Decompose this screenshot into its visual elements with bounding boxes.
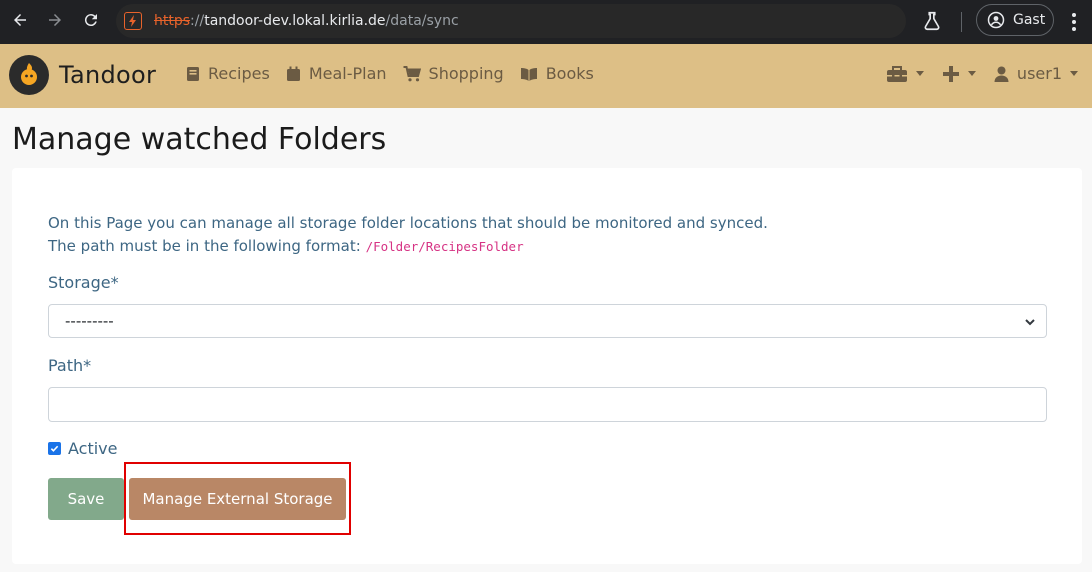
intro-line-2: The path must be in the following format… xyxy=(48,237,524,255)
app-navbar: Tandoor Recipes Meal-Plan Shopping Books xyxy=(0,44,1092,108)
open-book-icon xyxy=(520,67,537,81)
storage-select-value: --------- xyxy=(65,312,114,330)
brand-name: Tandoor xyxy=(59,61,157,89)
tools-dropdown[interactable] xyxy=(886,65,924,83)
nav-books-label: Books xyxy=(545,64,594,83)
user-label: user1 xyxy=(1016,64,1062,83)
nav-shopping-label: Shopping xyxy=(428,64,504,83)
nav-books[interactable]: Books xyxy=(520,64,594,83)
save-button[interactable]: Save xyxy=(48,478,124,520)
tools-caret-icon xyxy=(915,71,924,76)
highlight-box xyxy=(124,462,351,535)
path-input[interactable] xyxy=(48,387,1047,422)
chevron-down-icon xyxy=(1025,319,1035,326)
plus-icon xyxy=(942,65,959,82)
toolbar-divider xyxy=(961,12,962,32)
back-icon[interactable] xyxy=(8,8,32,32)
storage-label: Storage* xyxy=(48,273,119,292)
nav-right: user1 xyxy=(886,64,1078,83)
add-caret-icon xyxy=(967,71,976,76)
flask-icon[interactable] xyxy=(921,10,945,34)
check-icon xyxy=(50,445,59,452)
profile-label: Gast xyxy=(1013,12,1046,28)
cart-icon xyxy=(403,65,421,81)
url-text: https://tandoor-dev.lokal.kirlia.de/data… xyxy=(154,13,459,29)
account-icon xyxy=(987,11,1005,29)
page-title: Manage watched Folders xyxy=(12,122,387,157)
user-caret-icon xyxy=(1070,71,1078,76)
intro-text: On this Page you can manage all storage … xyxy=(48,212,768,258)
tandoor-logo-icon xyxy=(9,55,49,95)
active-checkbox-row[interactable]: Active xyxy=(48,439,118,458)
path-example: /Folder/RecipesFolder xyxy=(365,239,524,254)
path-label: Path* xyxy=(48,356,92,375)
forward-icon[interactable] xyxy=(43,8,67,32)
site-info-icon[interactable] xyxy=(124,12,142,30)
nav-meal-plan-label: Meal-Plan xyxy=(308,64,387,83)
nav-meal-plan[interactable]: Meal-Plan xyxy=(286,64,387,83)
add-dropdown[interactable] xyxy=(942,65,976,83)
toolbox-icon xyxy=(886,65,907,82)
reload-icon[interactable] xyxy=(79,8,103,32)
brand[interactable]: Tandoor xyxy=(9,55,156,95)
profile-button[interactable]: Gast xyxy=(976,4,1054,36)
active-checkbox[interactable] xyxy=(48,442,61,455)
storage-select[interactable]: --------- xyxy=(48,304,1047,338)
browser-toolbar: https://tandoor-dev.lokal.kirlia.de/data… xyxy=(0,0,1092,44)
user-dropdown[interactable]: user1 xyxy=(994,64,1078,83)
book-icon xyxy=(187,66,199,81)
nav-shopping[interactable]: Shopping xyxy=(403,64,504,83)
user-icon xyxy=(994,66,1009,82)
nav-recipes[interactable]: Recipes xyxy=(186,64,270,83)
active-label: Active xyxy=(68,439,118,458)
main-nav: Recipes Meal-Plan Shopping Books xyxy=(186,64,610,83)
address-bar[interactable]: https://tandoor-dev.lokal.kirlia.de/data… xyxy=(116,4,906,38)
menu-kebab-icon[interactable] xyxy=(1064,10,1084,34)
intro-line-1: On this Page you can manage all storage … xyxy=(48,214,768,232)
nav-recipes-label: Recipes xyxy=(208,64,270,83)
calendar-icon xyxy=(286,66,300,81)
